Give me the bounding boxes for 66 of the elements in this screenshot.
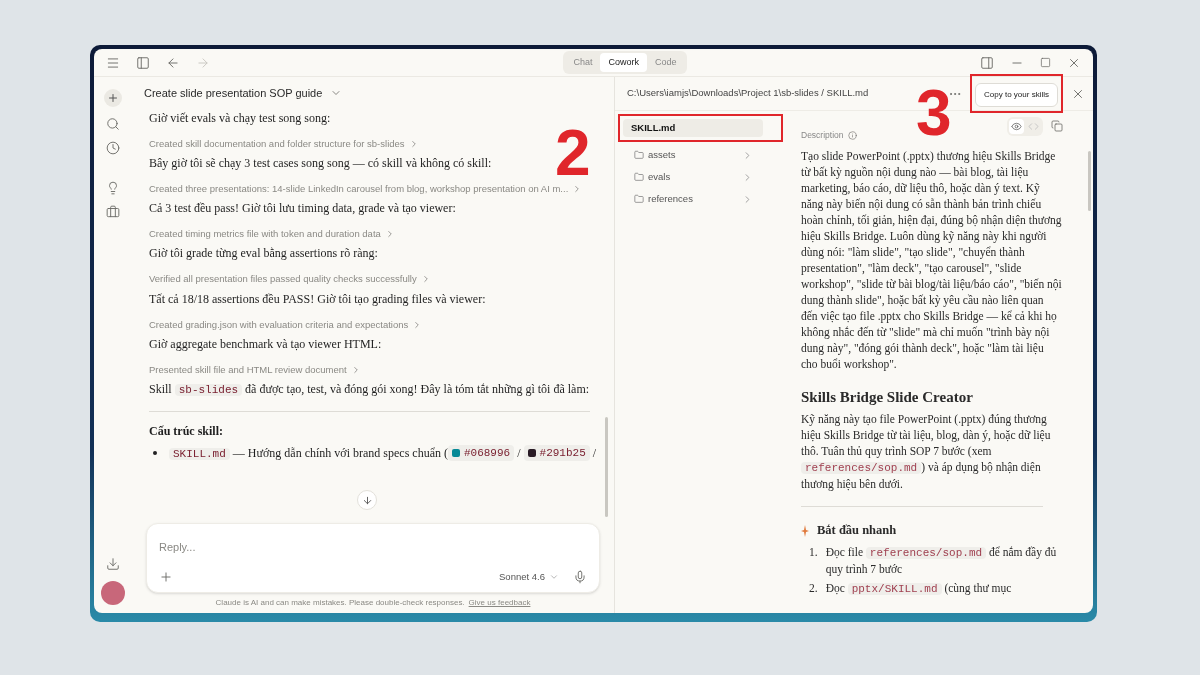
assistant-message: Giờ aggregate benchmark và tạo viewer HTML: bbox=[149, 335, 383, 353]
sidebar-toggle-icon[interactable] bbox=[136, 55, 150, 70]
document-heading: Skills Bridge Slide Creator bbox=[801, 387, 974, 407]
assistant-message: Giờ viết evals và chạy test song song: bbox=[149, 109, 332, 127]
step-text: Đọc file references/sop.md để nắm đầy đủ quy trình 7 bước bbox=[825, 545, 1058, 577]
menu-icon[interactable] bbox=[106, 55, 120, 70]
attach-icon[interactable] bbox=[159, 569, 173, 584]
folder-icon bbox=[634, 150, 644, 160]
annotation-number: 3 bbox=[916, 81, 952, 145]
file-tree-item[interactable]: SKILL.md bbox=[623, 119, 763, 137]
mode-tab[interactable]: Code bbox=[647, 52, 685, 73]
history-icon[interactable] bbox=[106, 141, 120, 155]
mode-tab[interactable]: Cowork bbox=[600, 52, 647, 73]
step-number: 2. bbox=[809, 581, 818, 596]
plus-icon bbox=[107, 92, 119, 104]
avatar[interactable] bbox=[101, 581, 125, 605]
scrollbar[interactable] bbox=[605, 417, 608, 517]
folder-icon bbox=[634, 194, 644, 204]
tool-step-summary[interactable]: Created skill documentation and folder structure for sb-slides bbox=[149, 136, 405, 151]
description-label: Description bbox=[801, 129, 844, 142]
scroll-down-button[interactable] bbox=[357, 490, 377, 510]
folder-icon bbox=[634, 172, 644, 182]
arrow-down-icon bbox=[361, 494, 373, 506]
assistant-message: Giờ tôi grade từng eval bằng assertions rõ ràng: bbox=[149, 245, 379, 263]
feedback-link[interactable]: Give us feedback bbox=[468, 597, 531, 609]
file-path: C:\Users\iamjs\Downloads\Project 1\sb-slides / SKILL.md bbox=[627, 86, 869, 101]
model-selector[interactable]: Sonnet 4.6 bbox=[499, 569, 559, 584]
preview-toggle[interactable] bbox=[1009, 118, 1024, 134]
forward-icon[interactable] bbox=[196, 55, 210, 70]
file-tree-item[interactable]: references bbox=[626, 190, 761, 208]
assistant-message: Cả 3 test đều pass! Giờ tôi lưu timing data, grade và tạo viewer: bbox=[149, 200, 457, 217]
bullet-icon bbox=[153, 451, 157, 455]
search-icon[interactable] bbox=[106, 117, 120, 131]
copy-to-skills-button[interactable]: Copy to your skills bbox=[975, 83, 1058, 107]
back-icon[interactable] bbox=[166, 55, 180, 70]
assistant-message: Skill sb-slides đã được tạo, test, và đóng gói xong! Đây là tóm tắt những gì tôi đã làm: bbox=[149, 381, 590, 398]
briefcase-icon[interactable] bbox=[106, 205, 120, 219]
copy-icon[interactable] bbox=[1051, 120, 1063, 132]
step-number: 1. bbox=[809, 545, 818, 560]
download-icon[interactable] bbox=[106, 557, 120, 571]
new-chat-button[interactable] bbox=[104, 89, 122, 107]
assistant-message: Tất cả 18/18 assertions đều PASS! Giờ tôi tạo grading files và viewer: bbox=[149, 290, 487, 308]
maximize-icon[interactable] bbox=[1040, 57, 1051, 68]
intro-paragraph: Kỹ năng này tạo file PowerPoint (.pptx) đúng thương hiệu Skills Bridge từ tài liệu, blog, dàn ý, hoặc dữ liệu thô. Tuân thủ quy trình SOP 7 bước (xem references/sop.md ) và áp dụng bộ nhận diện thương hiệu bên dưới. bbox=[801, 412, 1052, 493]
file-tree-item[interactable]: assets bbox=[626, 146, 761, 164]
description-text: Tạo slide PowerPoint (.pptx) thương hiệu Skills Bridge từ bất kỳ nguồn nội dung nào — bài blog, tài liệu marketing, báo cáo, dữ liệu thô, hoặc dàn ý text. Kỹ năng này biến nội dung có sẵn thành bản trình chiếu hoàn chỉnh, tối giản, hiện đại, đúng bộ nhận diện thương hiệu Skills Bridge. Luôn dùng kỹ năng này khi người dùng nói: "làm slide", "tạo slide", "chuyển thành presentation", "làm deck", "tạo carousel", "slide workshop", "slide từ bài blog/tài liệu/báo cáo", "biến nội dung thành slide", hoặc bất kỳ yêu cầu nào liên quan đến việc tạo file .pptx cho Skills Bridge — kể cả khi họ không nhắc đến từ "slide" mà chỉ muốn "trình bày nội dung này", "đóng gói thành deck", hoặc "làm tài liệu cho buổi workshop". bbox=[801, 148, 1063, 372]
tool-step-summary[interactable]: Created timing metrics file with token and duration data bbox=[149, 227, 381, 242]
tool-step-summary[interactable]: Presented skill file and HTML review document bbox=[149, 362, 347, 377]
mode-tab[interactable]: Chat bbox=[565, 52, 601, 73]
spark-icon bbox=[801, 524, 809, 537]
section-heading: Bắt đầu nhanh bbox=[817, 522, 897, 540]
bullet-text: SKILL.md — Hướng dẫn chính với brand specs chuẩn ( #068996 / #291b25 / bbox=[169, 444, 597, 463]
conversation-title[interactable]: Create slide presentation SOP guide bbox=[144, 85, 323, 102]
reply-input[interactable]: Reply... bbox=[159, 538, 587, 556]
lightbulb-icon[interactable] bbox=[106, 181, 120, 195]
microphone-icon[interactable] bbox=[573, 569, 587, 584]
assistant-message: Bây giờ tôi sẽ chạy 3 test cases song song — có skill và không có skill: bbox=[149, 154, 493, 172]
disclaimer-text: Claude is AI and can make mistakes. Please double-check responses. bbox=[215, 597, 465, 609]
scrollbar[interactable] bbox=[1088, 151, 1091, 211]
info-icon bbox=[847, 130, 857, 140]
file-tree-item[interactable]: evals bbox=[626, 168, 761, 186]
panel-toggle-icon[interactable] bbox=[980, 55, 994, 70]
tool-step-summary[interactable]: Verified all presentation files passed quality checks successfully bbox=[149, 272, 417, 287]
section-heading: Cấu trúc skill: bbox=[149, 423, 223, 440]
tool-step-summary[interactable]: Created grading.json with evaluation criteria and expectations bbox=[149, 317, 409, 332]
step-text: Đọc pptx/SKILL.md (cùng thư mục bbox=[825, 581, 1012, 597]
